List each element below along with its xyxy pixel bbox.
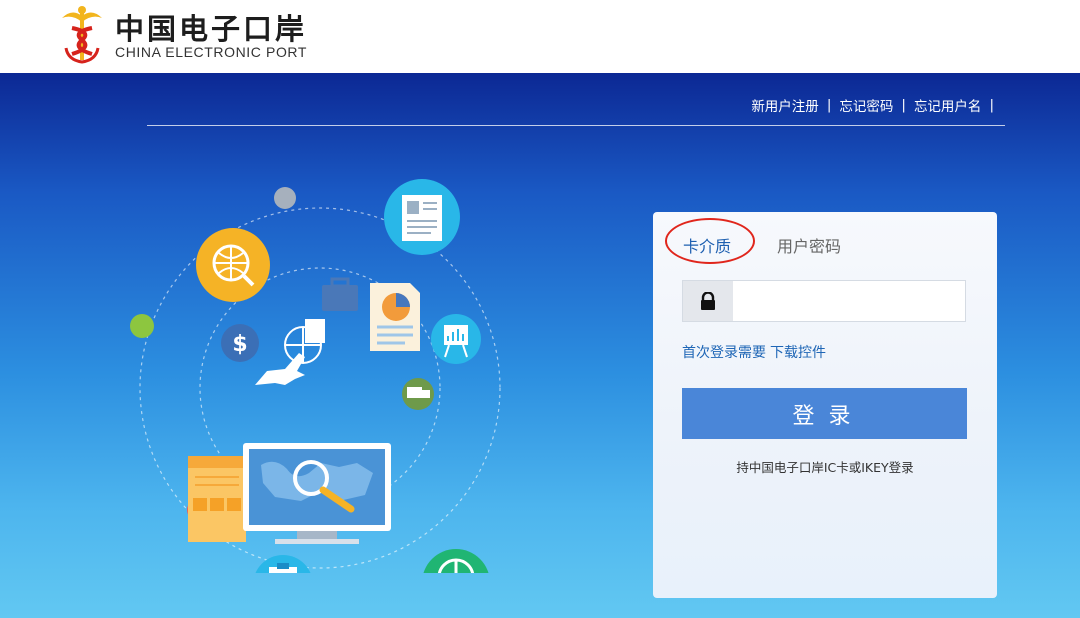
- plugin-hint-text: 首次登录需要: [682, 345, 766, 361]
- brand-name-cn: 中国电子口岸: [115, 12, 308, 46]
- forgot-username-link[interactable]: 忘记用户名: [914, 95, 982, 115]
- login-note: 持中国电子口岸IC卡或IKEY登录: [736, 460, 914, 475]
- login-card: 卡介质 用户密码 首次登录需要 下载控件 登录 持中国电子口岸IC卡或IKEY登录: [653, 212, 997, 598]
- card-pin-input[interactable]: [733, 281, 965, 321]
- chart-board-icon: [431, 314, 481, 364]
- pie-chart-icon: [423, 549, 489, 573]
- globe-search-icon: [196, 228, 270, 302]
- link-separator: |: [826, 97, 832, 113]
- trade-illustration: $: [130, 179, 501, 573]
- clipboard-icon: [255, 555, 311, 573]
- green-dot: [130, 314, 154, 338]
- download-plugin-link[interactable]: 下载控件: [770, 345, 826, 361]
- link-separator: |: [901, 97, 906, 113]
- monitor-search-icon: [243, 443, 391, 544]
- main-banner: 新用户注册 | 忘记密码 | 忘记用户名 | $ 卡介质 用户密码 首次登录需要…: [0, 73, 1080, 618]
- briefcase-icon: [322, 277, 358, 311]
- pie-report-icon: [370, 283, 420, 351]
- cabinet-icon: [188, 456, 246, 542]
- link-separator: |: [989, 97, 994, 113]
- brand-name-en: CHINA ELECTRONIC PORT: [115, 44, 308, 60]
- airplane-icon: [255, 353, 305, 385]
- card-pin-field: [682, 280, 966, 322]
- register-link[interactable]: 新用户注册: [751, 95, 819, 115]
- gray-dot: [274, 187, 296, 209]
- forgot-password-link[interactable]: 忘记密码: [839, 95, 893, 115]
- document-card-icon: [384, 179, 460, 255]
- dollar-icon: $: [221, 324, 259, 362]
- caduceus-logo-icon: [62, 6, 102, 64]
- tab-card-media[interactable]: 卡介质: [683, 233, 731, 257]
- top-links: 新用户注册 | 忘记密码 | 忘记用户名 |: [751, 95, 1002, 115]
- lock-icon: [683, 281, 733, 321]
- globe-doc-icon: [284, 319, 325, 364]
- plugin-hint: 首次登录需要 下载控件: [682, 342, 826, 362]
- header-divider: [147, 125, 1005, 126]
- site-header: 中国电子口岸 CHINA ELECTRONIC PORT: [0, 0, 1080, 73]
- tab-user-password[interactable]: 用户密码: [777, 233, 841, 257]
- truck-icon: [402, 378, 434, 410]
- login-button[interactable]: 登录: [682, 388, 967, 439]
- svg-text:$: $: [232, 332, 247, 357]
